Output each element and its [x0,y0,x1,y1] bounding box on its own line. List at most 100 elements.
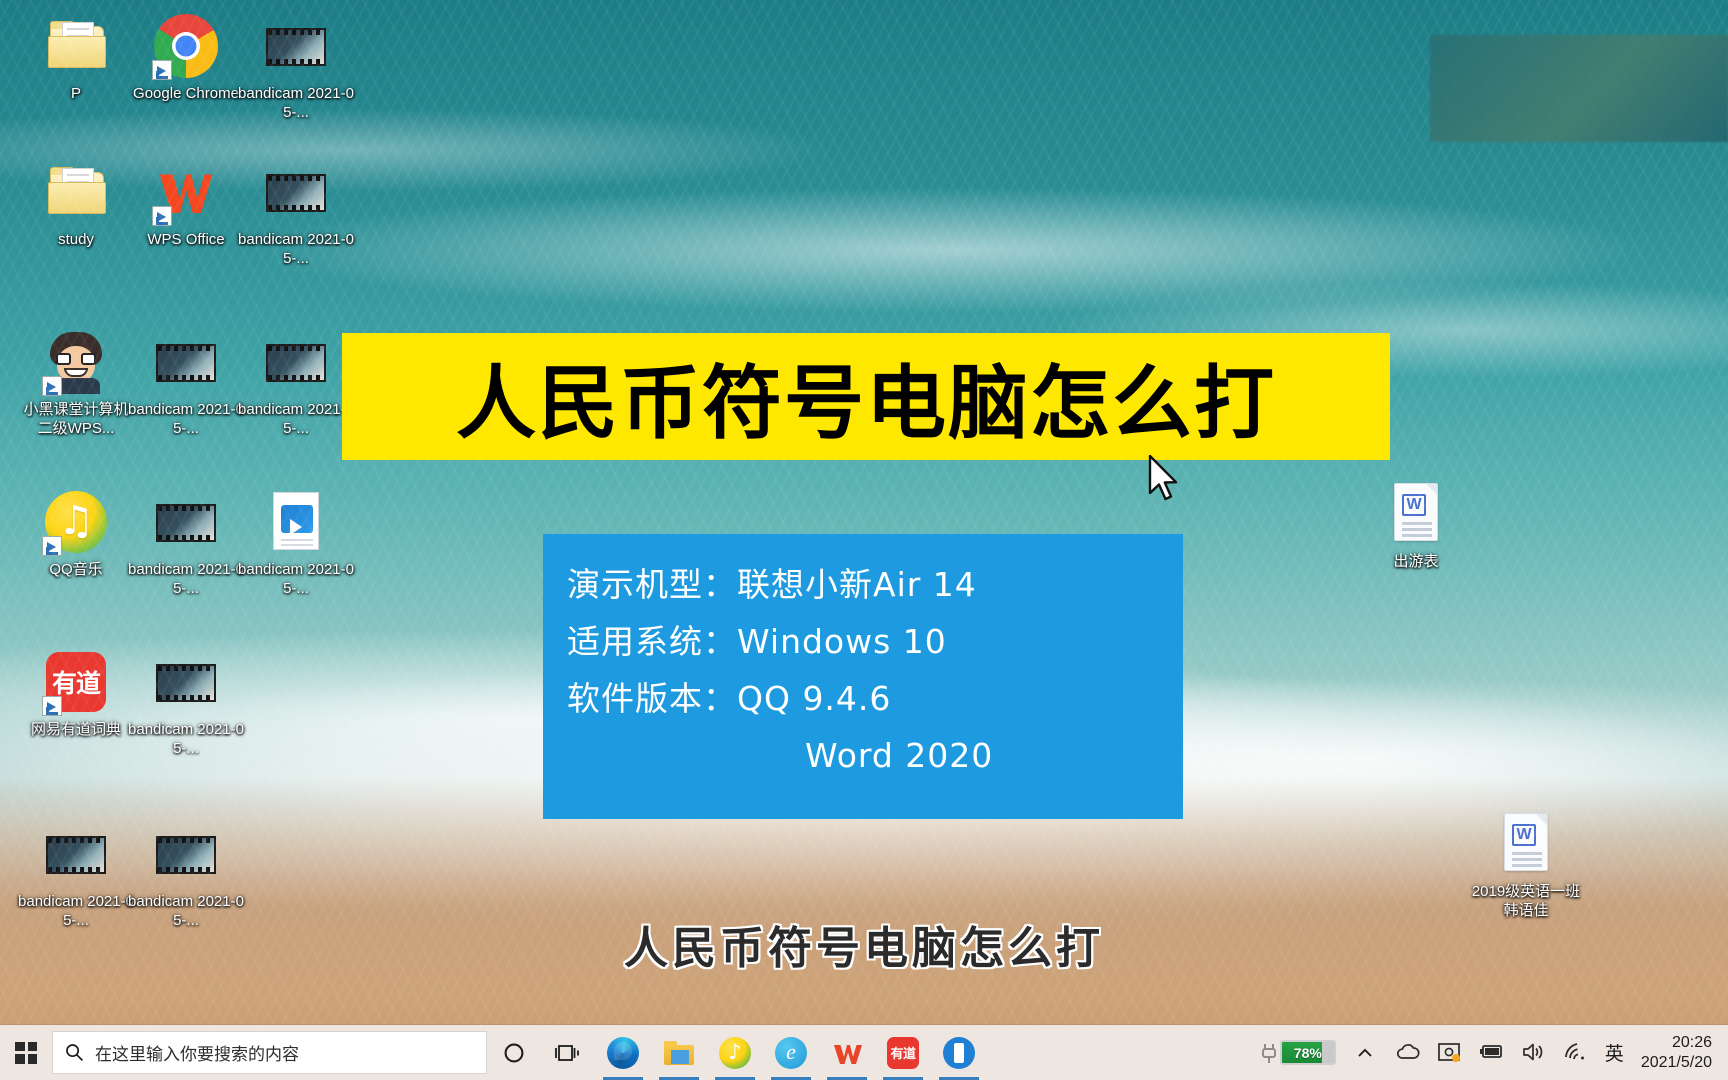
desktop-icon-art [44,822,108,886]
task-view-button[interactable] [541,1025,595,1080]
info-row-software-2: Word 2020 [543,727,1183,784]
bandicam-video-icon [266,28,326,66]
shortcut-arrow-icon [42,536,62,556]
shortcut-arrow-icon [42,376,62,396]
title-banner-text: 人民币符号电脑怎么打 [456,356,1276,450]
info-row-model: 演示机型： 联想小新Air 14 [543,556,1183,613]
bandicam-video-icon [266,174,326,212]
info-key-model: 演示机型： [567,565,737,604]
desktop-icon-word-document-icon[interactable]: W 2019级英语一班韩语佳 [1468,812,1584,920]
desktop-icon-art: 有道 [42,650,108,716]
file-explorer-icon [663,1037,695,1069]
desktop-icon-art [264,160,328,224]
screenshot-tool-button[interactable] [1428,1025,1470,1080]
battery-status-button[interactable]: 78% [1254,1025,1344,1080]
start-button[interactable] [0,1025,52,1080]
clock-time: 20:26 [1671,1033,1712,1051]
volume-icon [1521,1041,1545,1065]
desktop-icon-youdao-dictionary-icon[interactable]: 有道 网易有道词典 [18,650,134,739]
desktop-icon-bandicam-video-icon[interactable]: bandicam 2021-05-... [238,14,354,122]
taskbar: 在这里输入你要搜索的内容 ♪ e 有道 78% 英 20:26 2021/5/2… [0,1025,1728,1080]
info-value-system: Windows 10 [737,622,947,661]
bandicam-video-icon [156,836,216,874]
taskbar-app-qq-music[interactable]: ♪ [707,1025,763,1080]
desktop-icon-folder-icon[interactable]: P [18,14,134,103]
power-plug-icon [1261,1043,1277,1063]
desktop-icon-bandicam-video-icon[interactable]: bandicam 2021-05-... [238,330,354,438]
desktop-icon-bandicam-video-icon[interactable]: bandicam 2021-05-... [128,650,244,758]
info-key-software: 软件版本： [567,679,737,718]
bandicam-video-icon [266,344,326,382]
desktop-icon-label: bandicam 2021-05-... [238,401,354,437]
battery-tray-button[interactable] [1470,1025,1512,1080]
show-hidden-icons-button[interactable] [1344,1025,1386,1080]
desktop-icon-art [154,490,218,554]
desktop-icon-label: P [70,85,81,102]
cortana-icon [504,1043,524,1062]
battery-icon [1479,1041,1503,1065]
clock-button[interactable]: 20:26 2021/5/20 [1633,1025,1724,1080]
desktop-wallpaper[interactable]: P Google Chrome bandicam 2021-05-... study W… [0,0,1728,1080]
wps-office-icon [831,1037,863,1069]
windows-logo-icon [15,1041,37,1064]
desktop-icon-art [42,330,108,396]
shortcut-arrow-icon [152,60,172,80]
taskbar-app-phone-link[interactable] [931,1025,987,1080]
desktop-icon-google-chrome-icon[interactable]: Google Chrome [128,14,244,103]
desktop-icon-label: bandicam 2021-05-... [238,561,354,597]
onedrive-button[interactable] [1386,1025,1428,1080]
desktop-icon-folder-icon[interactable]: study [18,160,134,249]
desktop-icon-label: bandicam 2021-05-... [238,85,354,121]
cortana-button[interactable] [487,1025,541,1080]
desktop-icon-label: bandicam 2021-05-... [128,561,244,597]
desktop-icon-qq-music-icon[interactable]: ♫ QQ音乐 [18,490,134,579]
info-key-system: 适用系统： [567,622,737,661]
desktop-icon-art [152,160,218,226]
onedrive-icon [1395,1041,1420,1065]
desktop-icon-art [264,14,328,78]
info-row-software: 软件版本： QQ 9.4.6 [543,670,1183,727]
desktop-icon-label: bandicam 2021-05-... [128,401,244,437]
bandicam-video-icon [156,504,216,542]
desktop-icon-word-document-icon[interactable]: W 出游表 [1358,482,1474,571]
phone-link-icon [943,1036,975,1069]
ime-indicator[interactable]: 英 [1596,1025,1633,1080]
bandicam-video-icon [156,344,216,382]
desktop-icon-wps-office-icon[interactable]: WPS Office [128,160,244,249]
taskbar-app-microsoft-edge[interactable] [595,1025,651,1080]
volume-button[interactable] [1512,1025,1554,1080]
browser-e-icon: e [775,1036,807,1069]
desktop-icon-art [154,822,218,886]
desktop-icon-bandicam-video-icon[interactable]: bandicam 2021-05-... [128,330,244,438]
desktop-icon-art [154,330,218,394]
desktop-icon-art [44,14,108,78]
bandicam-video-icon [156,664,216,702]
battery-percent-label: 78% [1293,1044,1322,1061]
desktop-icon-xiaohei-classroom-icon[interactable]: 小黑课堂计算机二级WPS... [18,330,134,438]
desktop-icon-bandicam-video-icon[interactable]: bandicam 2021-05-... [128,490,244,598]
word-document-icon: W [1394,483,1438,541]
desktop-icon-bandicam-video-icon[interactable]: bandicam 2021-05-... [238,160,354,268]
microsoft-edge-icon [607,1036,639,1069]
desktop-icon-label: 网易有道词典 [30,721,121,738]
desktop-icon-art [264,330,328,394]
search-icon [53,1043,95,1062]
desktop-icon-label: 小黑课堂计算机二级WPS... [23,401,129,437]
desktop-icon-art: W [1384,482,1448,546]
info-row-system: 适用系统： Windows 10 [543,613,1183,670]
search-input[interactable]: 在这里输入你要搜索的内容 [52,1031,487,1074]
desktop-icon-media-player-file-icon[interactable]: bandicam 2021-05-... [238,490,354,598]
shortcut-arrow-icon [152,206,172,226]
taskbar-app-wps-office[interactable] [819,1025,875,1080]
taskbar-app-2345-browser[interactable]: e [763,1025,819,1080]
desktop-icon-art: W [1494,812,1558,876]
wifi-button[interactable] [1554,1025,1596,1080]
qq-music-icon: ♪ [719,1036,751,1069]
folder-icon [46,16,108,72]
word-document-icon: W [1504,813,1548,871]
taskbar-app-file-explorer[interactable] [651,1025,707,1080]
desktop-icon-art: ♫ [42,490,108,556]
taskbar-app-youdao-dictionary[interactable]: 有道 [875,1025,931,1080]
desktop-icon-art [44,160,108,224]
info-value-software-2: Word 2020 [805,736,994,775]
